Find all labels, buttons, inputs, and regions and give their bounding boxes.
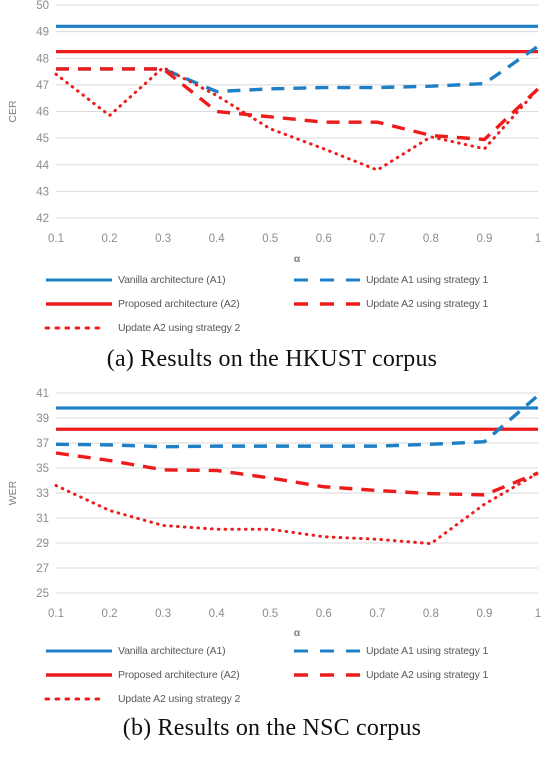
x-tick-label: 0.6 xyxy=(316,233,332,245)
x-tick-label: 0.5 xyxy=(262,608,278,620)
legend-b: Vanilla architecture (A1) Update A1 usin… xyxy=(0,639,544,711)
y-tick-label: 50 xyxy=(36,0,49,12)
legend-item-update-a1-s1[interactable]: Update A1 using strategy 1 xyxy=(292,274,488,286)
x-tick-label: 0.7 xyxy=(369,233,385,245)
legend-label: Update A1 using strategy 1 xyxy=(366,645,489,657)
x-tick-label: 0.9 xyxy=(476,233,492,245)
x-tick-label: 0.2 xyxy=(102,608,118,620)
y-tick-label: 31 xyxy=(36,513,49,525)
legend-swatch-dotted-red xyxy=(44,693,114,705)
legend-swatch-solid-red xyxy=(44,669,114,681)
chart-panel-a: 42 43 44 45 46 47 48 49 50 CER 0.1 0.2 0.3 0.4 0.5 0.6 0… xyxy=(0,0,544,268)
y-tick-label: 39 xyxy=(36,413,49,425)
x-tick-label: 0.1 xyxy=(48,233,64,245)
x-tick-label: 1 xyxy=(535,233,541,245)
legend-label: Update A2 using strategy 1 xyxy=(366,298,489,310)
x-tick-label: 0.3 xyxy=(155,608,171,620)
legend-label: Update A2 using strategy 2 xyxy=(118,693,241,705)
legend-swatch-dashed-red xyxy=(292,669,362,681)
chart-plot-a: 42 43 44 45 46 47 48 49 50 CER 0.1 0.2 0.3 0.4 0.5 0.6 0… xyxy=(7,0,541,265)
legend-item-update-a2-s1[interactable]: Update A2 using strategy 1 xyxy=(292,669,488,681)
legend-row: Proposed architecture (A2) Update A2 usi… xyxy=(0,663,544,687)
y-tick-label: 48 xyxy=(36,53,49,65)
legend-item-update-a1-s1[interactable]: Update A1 using strategy 1 xyxy=(292,645,488,657)
legend-label: Proposed architecture (A2) xyxy=(118,669,240,681)
series-line xyxy=(54,65,540,172)
legend-label: Vanilla architecture (A1) xyxy=(118,645,226,657)
x-tick-label: 0.4 xyxy=(209,233,226,245)
y-tick-label: 43 xyxy=(36,186,49,198)
legend-label: Update A2 using strategy 2 xyxy=(118,322,241,334)
legend-item-update-a2-s1[interactable]: Update A2 using strategy 1 xyxy=(292,298,488,310)
x-tick-label: 0.5 xyxy=(262,233,278,245)
y-tick-label: 37 xyxy=(36,438,49,450)
legend-swatch-solid-red xyxy=(44,298,114,310)
series-line xyxy=(56,67,540,142)
caption-panel-b: (b) Results on the NSC corpus xyxy=(122,715,422,741)
x-tick-label: 0.8 xyxy=(423,608,439,620)
y-tick-label: 33 xyxy=(36,488,49,500)
y-tick-label: 45 xyxy=(36,133,49,145)
figure-container: 42 43 44 45 46 47 48 49 50 CER 0.1 0.2 0.3 0.4 0.5 0.6 0… xyxy=(0,0,544,742)
x-tick-label: 0.1 xyxy=(48,608,64,620)
legend-label: Update A2 using strategy 1 xyxy=(366,669,489,681)
y-tick-label: 44 xyxy=(36,160,49,172)
legend-item-vanilla-a1[interactable]: Vanilla architecture (A1) xyxy=(44,645,292,657)
x-tick-label: 0.8 xyxy=(423,233,439,245)
chart-plot-b: 25 27 29 31 33 35 37 39 41 WER 0.1 0.2 0.3 0.4 0.5 0.6 0… xyxy=(7,388,541,639)
legend-swatch-dotted-red xyxy=(44,322,114,334)
y-tick-label: 42 xyxy=(36,213,49,225)
series-line xyxy=(55,451,539,497)
legend-swatch-solid-blue xyxy=(44,274,114,286)
legend-row: Proposed architecture (A2) Update A2 usi… xyxy=(0,292,544,316)
legend-label: Proposed architecture (A2) xyxy=(118,298,240,310)
legend-swatch-solid-blue xyxy=(44,645,114,657)
legend-label: Vanilla architecture (A1) xyxy=(118,274,226,286)
chart-panel-b: 25 27 29 31 33 35 37 39 41 WER 0.1 0.2 0.3 0.4 0.5 0.6 0… xyxy=(0,381,544,639)
legend-swatch-dashed-blue xyxy=(292,274,362,286)
legend-item-update-a2-s2[interactable]: Update A2 using strategy 2 xyxy=(44,693,240,705)
y-tick-label: 49 xyxy=(36,27,49,39)
x-tick-label: 0.2 xyxy=(102,233,118,245)
x-axis-title: α xyxy=(294,253,301,265)
x-tick-label: 0.6 xyxy=(316,608,332,620)
y-axis-title: CER xyxy=(7,100,19,123)
legend-item-update-a2-s2[interactable]: Update A2 using strategy 2 xyxy=(44,322,240,334)
y-tick-label: 25 xyxy=(36,588,49,600)
y-tick-label: 35 xyxy=(36,463,49,475)
legend-item-proposed-a2[interactable]: Proposed architecture (A2) xyxy=(44,669,292,681)
y-tick-label: 41 xyxy=(36,388,49,400)
legend-row: Vanilla architecture (A1) Update A1 usin… xyxy=(0,268,544,292)
y-tick-label: 47 xyxy=(36,80,49,92)
y-axis-title: WER xyxy=(7,480,19,505)
legend-label: Update A1 using strategy 1 xyxy=(366,274,489,286)
series-line xyxy=(55,394,540,449)
legend-row: Update A2 using strategy 2 xyxy=(0,316,544,340)
legend-row: Vanilla architecture (A1) Update A1 usin… xyxy=(0,639,544,663)
legend-swatch-dashed-blue xyxy=(292,645,362,657)
y-tick-label: 27 xyxy=(36,563,49,575)
x-tick-label: 0.4 xyxy=(209,608,226,620)
caption-panel-a: (a) Results on the HKUST corpus xyxy=(106,346,438,372)
y-tick-label: 29 xyxy=(36,538,49,550)
legend-item-vanilla-a1[interactable]: Vanilla architecture (A1) xyxy=(44,274,292,286)
y-tick-label: 46 xyxy=(36,107,49,119)
legend-item-proposed-a2[interactable]: Proposed architecture (A2) xyxy=(44,298,292,310)
x-tick-label: 0.9 xyxy=(476,608,492,620)
x-tick-label: 0.3 xyxy=(155,233,171,245)
legend-row: Update A2 using strategy 2 xyxy=(0,687,544,711)
legend-swatch-dashed-red xyxy=(292,298,362,310)
x-tick-label: 0.7 xyxy=(369,608,385,620)
x-tick-label: 1 xyxy=(535,608,541,620)
x-axis-title: α xyxy=(294,627,301,639)
legend-a: Vanilla architecture (A1) Update A1 usin… xyxy=(0,268,544,340)
